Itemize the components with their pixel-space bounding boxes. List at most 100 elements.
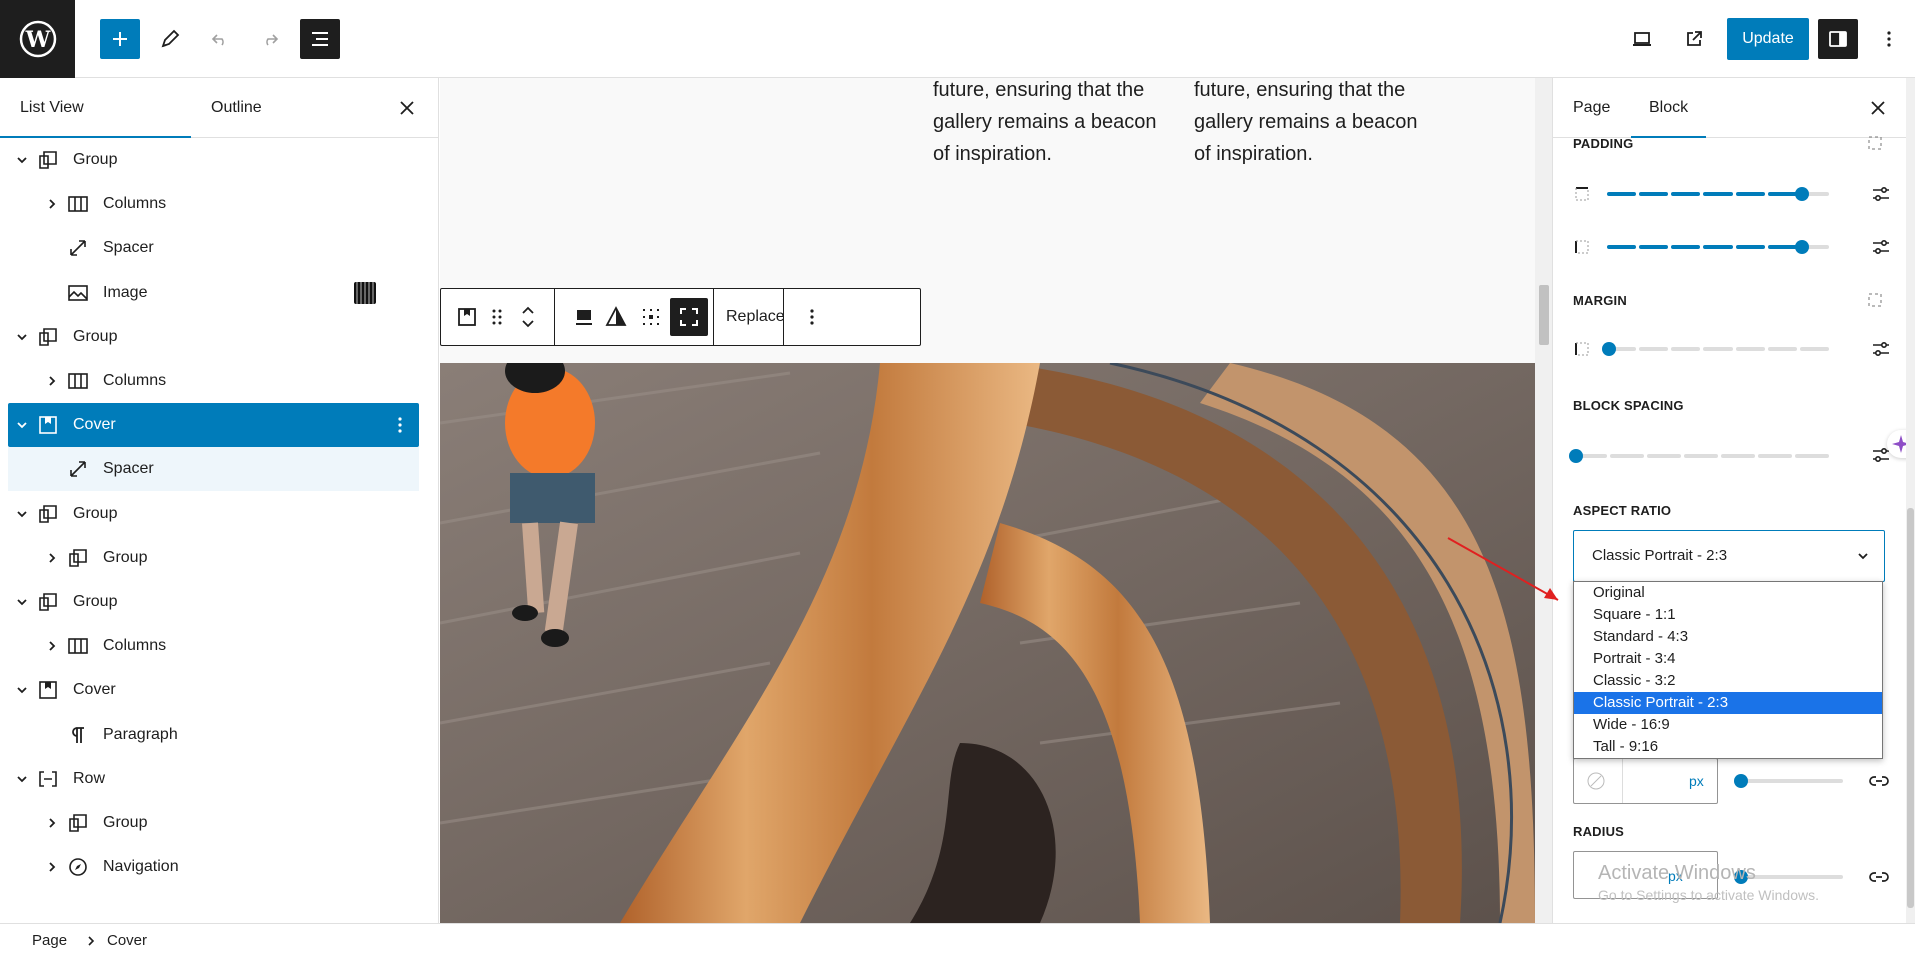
border-unit[interactable]: px xyxy=(1689,773,1704,789)
list-view-item-paragraph[interactable]: Paragraph xyxy=(8,713,419,757)
padding-side-slider[interactable] xyxy=(1607,240,1829,254)
list-view-item-cover[interactable]: Cover xyxy=(8,403,419,448)
slider-thumb[interactable] xyxy=(1795,240,1810,254)
slider-thumb[interactable] xyxy=(1602,342,1617,356)
wordpress-logo-button[interactable]: W xyxy=(0,0,75,78)
chevron-down-icon[interactable] xyxy=(12,769,32,789)
duotone-button[interactable] xyxy=(597,298,635,336)
paragraph-icon xyxy=(72,726,84,743)
list-view-item-columns[interactable]: Columns xyxy=(8,182,419,226)
slider-thumb[interactable] xyxy=(1795,187,1810,201)
block-spacing-slider[interactable] xyxy=(1568,449,1829,463)
list-view-item-spacer[interactable]: Spacer xyxy=(8,447,419,492)
block-options-button[interactable] xyxy=(793,298,831,336)
aspect-ratio-option[interactable]: Portrait - 3:4 xyxy=(1574,648,1882,670)
list-view-item-group[interactable]: Group xyxy=(8,138,419,182)
aspect-ratio-select[interactable]: Classic Portrait - 2:3 xyxy=(1573,530,1885,582)
tab-block[interactable]: Block xyxy=(1631,78,1707,138)
column-1-paragraph[interactable]: future, ensuring that the gallery remain… xyxy=(933,78,1163,170)
aspect-ratio-option[interactable]: Square - 1:1 xyxy=(1574,604,1882,626)
move-up-down-button[interactable] xyxy=(509,298,547,336)
tools-button[interactable] xyxy=(150,19,190,59)
slider-thumb[interactable] xyxy=(1568,449,1583,463)
add-block-button[interactable] xyxy=(100,19,140,59)
list-view-item-navigation[interactable]: Navigation xyxy=(8,845,419,889)
slider-track-segment xyxy=(1671,347,1701,351)
close-icon[interactable] xyxy=(1866,96,1890,120)
aspect-ratio-option[interactable]: Tall - 9:16 xyxy=(1574,736,1882,758)
adjust-controls-icon[interactable] xyxy=(1870,236,1892,258)
padding-top-icon xyxy=(1575,187,1589,201)
sidebar-scrollbar[interactable] xyxy=(1906,78,1915,923)
border-width-slider[interactable] xyxy=(1734,774,1843,788)
group-icon xyxy=(39,593,57,611)
tab-list-view[interactable]: List View xyxy=(0,78,191,138)
list-view-item-columns[interactable]: Columns xyxy=(8,624,419,668)
tab-outline[interactable]: Outline xyxy=(211,78,262,138)
chevron-right-icon[interactable] xyxy=(42,371,62,391)
canvas-scrollbar[interactable] xyxy=(1536,78,1552,923)
list-view-item-group[interactable]: Group xyxy=(8,801,419,845)
view-page-button[interactable] xyxy=(1674,19,1714,59)
tab-page[interactable]: Page xyxy=(1573,78,1610,138)
chevron-down-icon[interactable] xyxy=(12,327,32,347)
aspect-ratio-option[interactable]: Classic Portrait - 2:3 xyxy=(1574,692,1882,714)
chevron-right-icon[interactable] xyxy=(42,548,62,568)
link-icon[interactable] xyxy=(1868,770,1890,792)
update-button[interactable]: Update xyxy=(1727,18,1809,60)
list-view-item-group[interactable]: Group xyxy=(8,536,419,580)
margin-slider[interactable] xyxy=(1602,342,1829,356)
breadcrumb-item-cover[interactable]: Cover xyxy=(107,932,147,949)
cover-image[interactable] xyxy=(440,363,1535,923)
chevron-right-icon[interactable] xyxy=(42,636,62,656)
chevron-right-icon[interactable] xyxy=(42,857,62,877)
kebab-icon[interactable] xyxy=(390,413,410,437)
options-button[interactable] xyxy=(1869,19,1909,59)
aspect-ratio-option[interactable]: Wide - 16:9 xyxy=(1574,714,1882,736)
list-view-item-columns[interactable]: Columns xyxy=(8,359,419,403)
border-width-input[interactable]: px xyxy=(1573,758,1718,804)
list-view-item-spacer[interactable]: Spacer xyxy=(8,226,419,270)
list-view-item-image[interactable]: Image xyxy=(8,271,419,315)
list-view-item-group[interactable]: Group xyxy=(8,580,419,624)
list-view-item-group[interactable]: Group xyxy=(8,492,419,536)
aspect-ratio-option[interactable]: Original xyxy=(1574,582,1882,604)
padding-top-slider[interactable] xyxy=(1607,187,1829,201)
document-overview-button[interactable] xyxy=(300,19,340,59)
settings-button[interactable] xyxy=(1818,19,1858,59)
list-view-item-row[interactable]: Row xyxy=(8,757,419,801)
adjust-controls-icon[interactable] xyxy=(1870,338,1892,360)
full-height-toggle[interactable] xyxy=(670,298,708,336)
breadcrumb-item-page[interactable]: Page xyxy=(32,932,67,949)
preview-button[interactable] xyxy=(1622,19,1662,59)
aspect-ratio-option[interactable]: Standard - 4:3 xyxy=(1574,626,1882,648)
undo-button[interactable] xyxy=(200,19,240,59)
canvas-scroll-thumb[interactable] xyxy=(1539,285,1549,345)
list-view-item-label: Columns xyxy=(103,637,167,655)
chevron-down-icon[interactable] xyxy=(12,150,32,170)
slider-thumb[interactable] xyxy=(1734,774,1749,788)
link-icon[interactable] xyxy=(1868,866,1890,888)
chevron-down-icon[interactable] xyxy=(12,415,32,435)
aspect-ratio-option[interactable]: Classic - 3:2 xyxy=(1574,670,1882,692)
chevron-right-icon[interactable] xyxy=(42,813,62,833)
unlink-sides-icon[interactable] xyxy=(1866,134,1884,152)
list-view-item-group[interactable]: Group xyxy=(8,315,419,359)
chevron-down-icon[interactable] xyxy=(12,504,32,524)
adjust-controls-icon[interactable] xyxy=(1870,183,1892,205)
unlink-sides-icon[interactable] xyxy=(1866,291,1884,309)
aspect-ratio-options-list[interactable]: Original Square - 1:1 Standard - 4:3 Portra… xyxy=(1573,581,1883,759)
slider-track-segment xyxy=(1703,347,1733,351)
close-icon[interactable] xyxy=(395,96,419,120)
column-2-paragraph[interactable]: future, ensuring that the gallery remain… xyxy=(1194,78,1424,170)
chevron-down-icon[interactable] xyxy=(12,592,32,612)
redo-button[interactable] xyxy=(250,19,290,59)
no-border-color-icon[interactable] xyxy=(1586,771,1606,791)
content-position-button[interactable] xyxy=(632,298,670,336)
chevron-right-icon[interactable] xyxy=(42,194,62,214)
list-view-item-cover[interactable]: Cover xyxy=(8,668,419,712)
sidebar-scroll-thumb[interactable] xyxy=(1907,508,1914,908)
chevron-down-icon[interactable] xyxy=(12,680,32,700)
replace-button[interactable]: Replace xyxy=(726,289,785,345)
spacer-icon xyxy=(70,461,86,478)
